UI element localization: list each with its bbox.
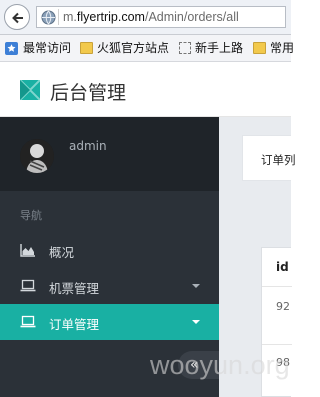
url-prefix: m. [63,10,77,24]
bookmark-label: 常用 [270,41,295,55]
laptop-icon [20,279,36,292]
app-header [0,62,291,117]
username: admin [69,139,107,153]
back-arrow-icon [12,12,23,24]
sidebar-item-overview[interactable]: 概况 [0,232,219,268]
sidebar-item-label: 概况 [49,245,75,260]
browser-address-bar: m.flyertrip.com/Admin/orders/all [0,0,291,35]
bookmark-star-icon [5,42,18,55]
url-field[interactable]: m.flyertrip.com/Admin/orders/all [36,6,286,28]
chevron-down-icon [192,284,200,288]
bookmark-label: 火狐官方站点 [97,41,170,55]
sidebar-collapse-button[interactable]: « [178,351,219,379]
table-divider [262,286,292,287]
orders-table: id 92 98 [261,247,292,397]
url-host: flyertrip.com [76,10,145,24]
sidebar-item-label: 机票管理 [49,281,100,296]
chart-area-icon [20,244,35,257]
laptop-icon [20,315,36,328]
bookmark-most-visited[interactable]: 最常访问 [4,40,71,56]
bookmark-getting-started[interactable]: 新手上路 [179,40,243,56]
url-separator [58,9,59,25]
table-header-id: id [276,260,289,274]
url-path: /Admin/orders/all [144,10,239,24]
orders-card-header: 订单列 [242,135,296,181]
folder-icon [253,42,266,54]
url-text: m.flyertrip.com/Admin/orders/all [63,10,239,24]
card-title: 订单列 [261,153,296,167]
sidebar-item-ticket-management[interactable]: 机票管理 [0,268,219,304]
nav-section-label: 导航 [20,209,42,222]
sidebar-item-label: 订单管理 [49,317,100,332]
chevron-down-icon [192,320,200,324]
back-button[interactable] [4,4,30,30]
bookmarks-bar: 最常访问 火狐官方站点 新手上路 常用 [0,35,294,62]
page-dotted-icon [179,42,191,54]
folder-icon [80,42,93,54]
app-title: 后台管理 [50,82,127,104]
table-divider [262,344,292,345]
bookmark-label: 新手上路 [195,41,244,55]
logo-icon [20,80,40,100]
bookmark-label: 最常访问 [23,41,72,55]
sidebar: admin 导航 概况 机票管理 订单管理 « [0,117,219,397]
avatar-image [20,139,54,173]
bookmark-firefox-site[interactable]: 火狐官方站点 [80,40,169,56]
sidebar-item-order-management[interactable]: 订单管理 [0,304,219,340]
user-panel: admin [0,117,219,191]
bookmark-common[interactable]: 常用 [253,40,294,56]
avatar[interactable] [20,139,54,173]
table-cell-id: 92 [276,300,290,313]
globe-icon [41,10,56,25]
table-cell-id: 98 [276,356,290,369]
